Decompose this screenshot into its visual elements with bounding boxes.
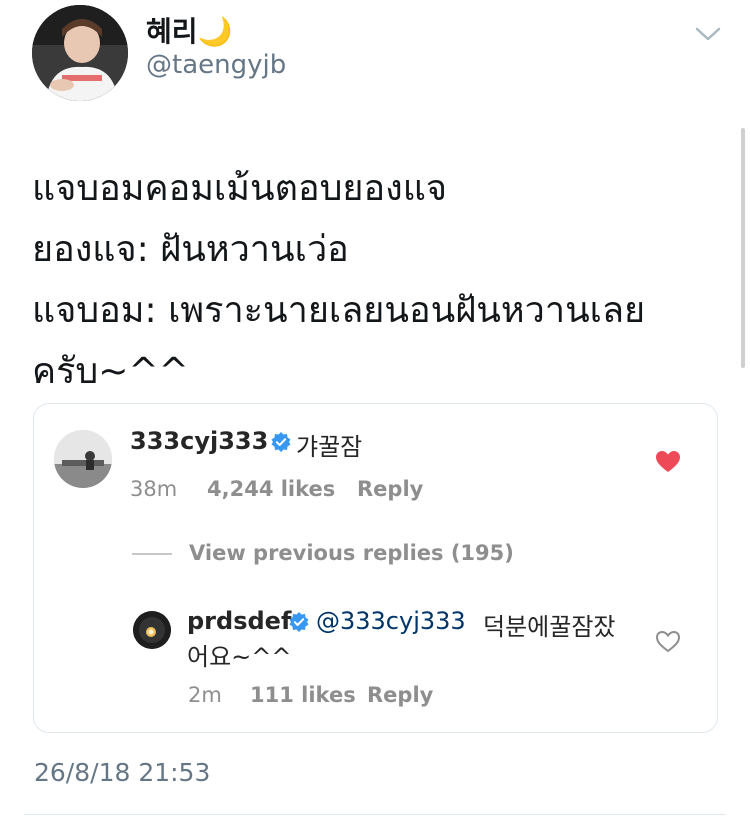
reply-text-continued: 어요~^^	[187, 643, 292, 671]
profile-avatar[interactable]	[32, 5, 128, 101]
reply-mention: @333cyj333	[316, 607, 466, 635]
view-previous-replies: View previous replies (195)	[189, 541, 514, 565]
display-name-text: 혜리	[146, 15, 198, 48]
reply-reply-button: Reply	[367, 683, 434, 707]
comment-likes: 4,244 likes	[207, 477, 336, 501]
comment-text: 갸꿀잠	[296, 433, 363, 461]
user-handle[interactable]: @taengyjb	[146, 50, 286, 80]
reply-avatar	[133, 611, 171, 649]
tweet-text-line: ยองแจ: ฝันหวานเว่อ	[32, 229, 349, 270]
reply-username: prdsdef	[187, 607, 292, 635]
verified-badge-icon	[270, 431, 292, 453]
comment-time: 38m	[130, 477, 178, 501]
bottom-divider	[24, 814, 726, 815]
embedded-image-card[interactable]: 333cyj333 갸꿀잠 38m 4,244 likes Reply View…	[33, 403, 718, 733]
verified-badge-icon	[288, 611, 310, 633]
comment-username: 333cyj333	[130, 427, 269, 455]
tweet-text-line: แจบอมคอมเม้นตอบยองแจ	[32, 168, 448, 209]
heart-filled-icon	[655, 450, 681, 474]
reply-button: Reply	[357, 477, 424, 501]
reply-text: 덕분에꿀잠잤	[483, 613, 616, 641]
commenter-avatar	[54, 430, 112, 488]
display-name[interactable]: 혜리🌙	[146, 10, 232, 50]
tweet-text-line: แจบอม: เพราะนายเลยนอนฝันหวานเลย	[32, 290, 646, 331]
moon-icon: 🌙	[197, 15, 233, 48]
reply-time: 2m	[188, 683, 222, 707]
tweet-text-line: ครับ~^^	[32, 351, 189, 392]
divider-line	[132, 553, 172, 555]
tweet-timestamp[interactable]: 26/8/18 21:53	[34, 758, 210, 787]
reply-likes: 111 likes	[250, 683, 356, 707]
chevron-down-icon[interactable]	[693, 24, 723, 44]
tweet-text: แจบอมคอมเม้นตอบยองแจ ยองแจ: ฝันหวานเว่อ …	[32, 158, 722, 402]
heart-outline-icon	[655, 630, 681, 654]
scrollbar[interactable]	[741, 128, 745, 368]
